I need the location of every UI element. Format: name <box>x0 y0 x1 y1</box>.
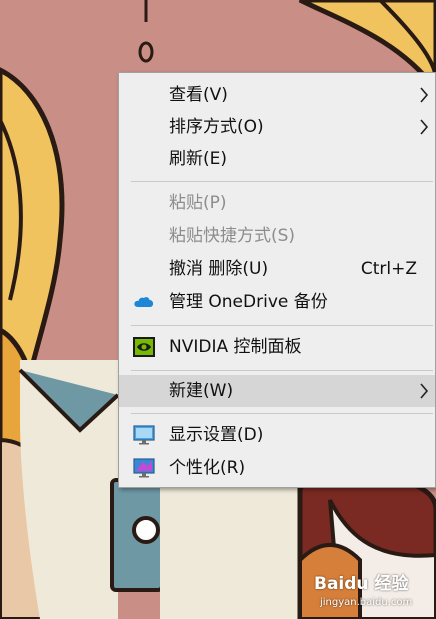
menu-separator <box>131 181 433 182</box>
menu-item-undo-delete-label: 撤消 删除(U) <box>169 259 269 279</box>
menu-item-paste-label: 粘贴(P) <box>169 193 227 213</box>
menu-item-nvidia-control-panel-label: NVIDIA 控制面板 <box>169 337 302 357</box>
menu-item-onedrive-backup-label: 管理 OneDrive 备份 <box>169 292 328 312</box>
menu-separator <box>131 370 433 371</box>
menu-item-display-settings-label: 显示设置(D) <box>169 425 264 445</box>
menu-item-new-label: 新建(W) <box>169 381 234 401</box>
menu-item-paste: 粘贴(P) <box>119 187 435 219</box>
menu-separator <box>131 325 433 326</box>
menu-item-personalize-label: 个性化(R) <box>169 458 246 478</box>
menu-item-paste-shortcut-label: 粘贴快捷方式(S) <box>169 226 296 246</box>
menu-item-refresh-label: 刷新(E) <box>169 149 228 169</box>
menu-item-onedrive-backup[interactable]: 管理 OneDrive 备份 <box>119 286 435 318</box>
chevron-right-icon <box>420 383 429 399</box>
menu-item-display-settings[interactable]: 显示设置(D) <box>119 419 435 451</box>
menu-item-view-label: 查看(V) <box>169 85 228 105</box>
desktop-context-menu: 查看(V) 排序方式(O) 刷新(E) 粘贴(P) 粘贴快捷方式(S) 撤消 删… <box>118 72 436 488</box>
menu-item-new[interactable]: 新建(W) <box>119 375 435 407</box>
menu-item-refresh[interactable]: 刷新(E) <box>119 143 435 175</box>
menu-item-nvidia-control-panel[interactable]: NVIDIA 控制面板 <box>119 331 435 363</box>
menu-item-view[interactable]: 查看(V) <box>119 79 435 111</box>
watermark-title: Baidu 经验 <box>314 574 409 594</box>
nvidia-icon <box>133 337 155 357</box>
display-settings-icon <box>133 425 155 445</box>
menu-item-sort-by-label: 排序方式(O) <box>169 117 264 137</box>
shortcut-ctrl-z: Ctrl+Z <box>360 259 417 279</box>
onedrive-cloud-icon <box>134 297 154 307</box>
watermark-url: jingyan.baidu.com <box>320 597 413 608</box>
personalize-icon <box>133 458 155 478</box>
chevron-right-icon <box>420 87 429 103</box>
baidu-jingyan-watermark: Baidu 经验 jingyan.baidu.com <box>312 565 432 613</box>
chevron-right-icon <box>420 119 429 135</box>
menu-item-undo-delete[interactable]: 撤消 删除(U) Ctrl+Z <box>119 253 435 285</box>
menu-item-paste-shortcut: 粘贴快捷方式(S) <box>119 220 435 252</box>
menu-separator <box>131 413 433 414</box>
menu-item-sort-by[interactable]: 排序方式(O) <box>119 111 435 143</box>
menu-item-personalize[interactable]: 个性化(R) <box>119 452 435 484</box>
